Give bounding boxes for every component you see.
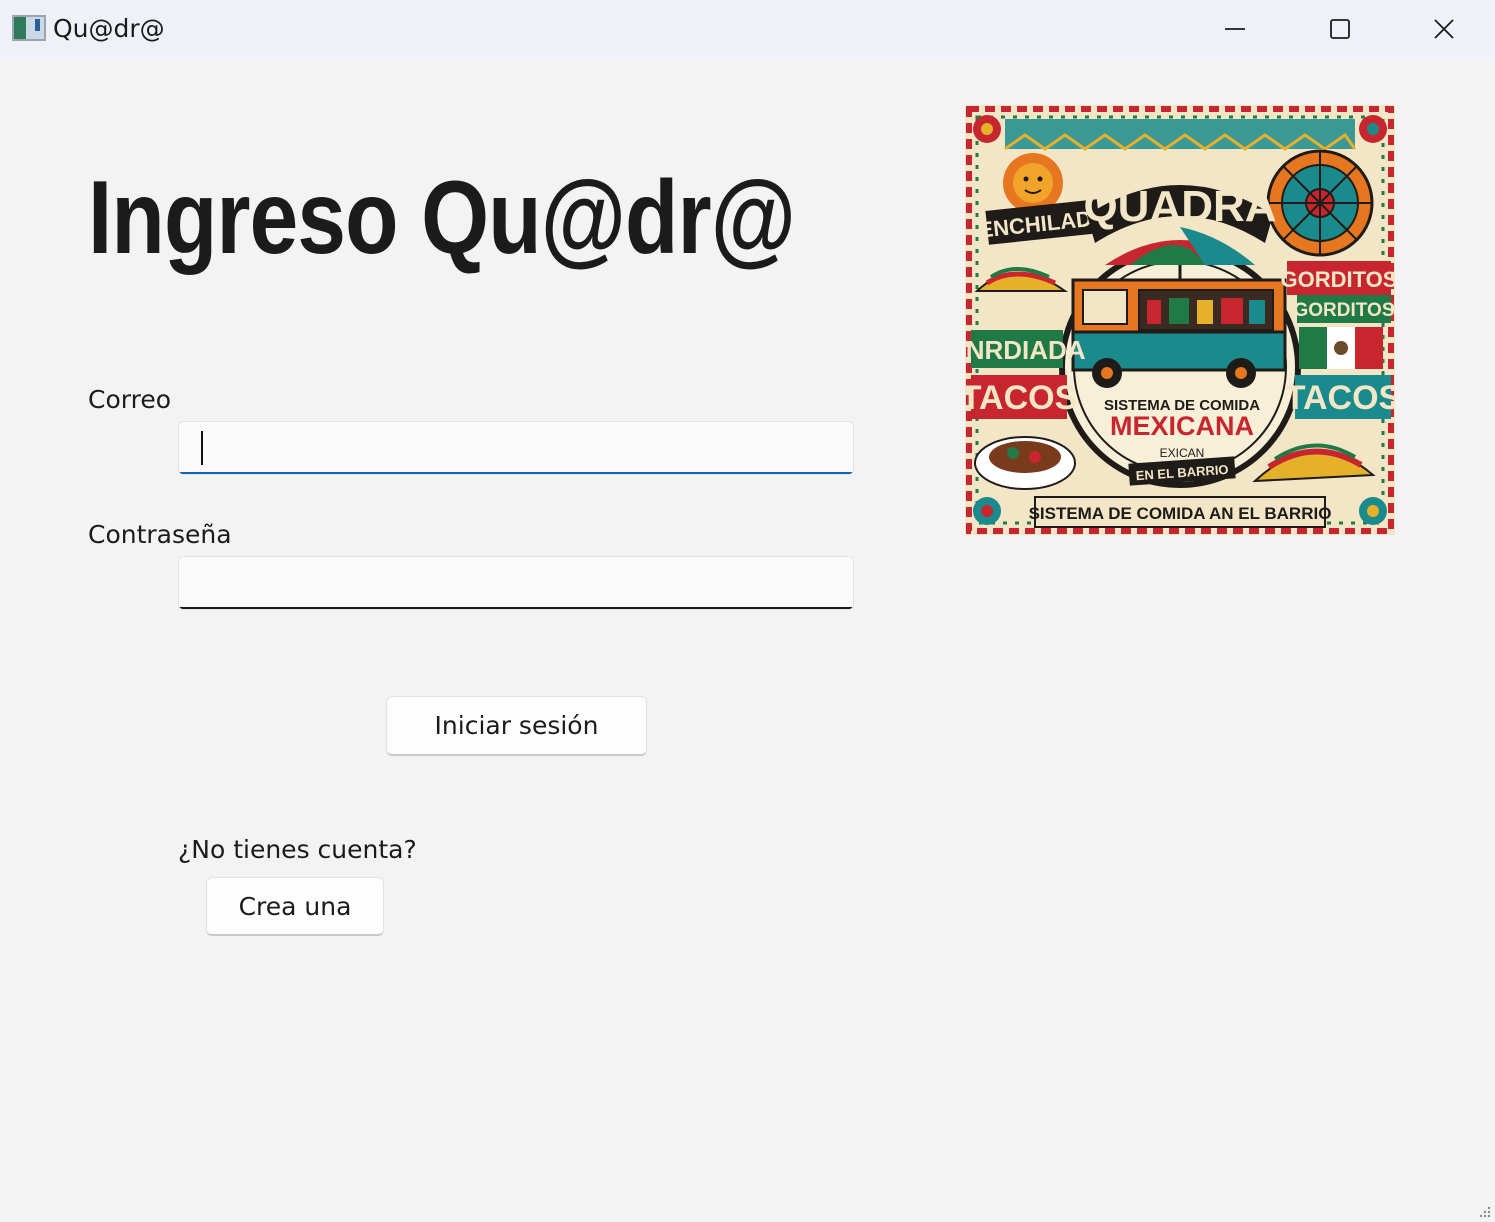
poster-image: ENCHILADA QUADRA NRDIADA TACOS GORDITOS … [965, 105, 1395, 535]
app-icon [12, 15, 46, 41]
field-underline [179, 607, 853, 609]
page-title: Ingreso Qu@dr@ [88, 160, 796, 276]
poster-text: ENRDIADA [965, 335, 1086, 365]
field-underline [179, 472, 853, 474]
close-button[interactable] [1392, 0, 1495, 58]
resize-grip-icon[interactable] [1477, 1204, 1491, 1218]
maximize-button[interactable] [1288, 0, 1392, 58]
poster-text: TACOS [1285, 379, 1395, 417]
create-account-button[interactable]: Crea una [206, 877, 384, 936]
email-input[interactable] [199, 428, 843, 468]
poster-text: TACOS [965, 379, 1077, 417]
maximize-icon [1330, 19, 1350, 39]
title-bar[interactable]: Qu@dr@ [0, 0, 1495, 58]
close-icon [1434, 19, 1454, 39]
mexico-flag-icon [1299, 327, 1383, 369]
wheel-icon [1266, 149, 1374, 257]
app-window: Qu@dr@ Ingreso Qu@dr@ Correo Contraseña [0, 0, 1495, 1222]
password-input[interactable] [199, 563, 843, 603]
window-title: Qu@dr@ [53, 14, 165, 43]
email-field[interactable] [178, 421, 854, 475]
email-label: Correo [88, 385, 171, 414]
poster-text: EXICAN [1160, 446, 1205, 460]
text-caret [201, 431, 203, 465]
poster-brand: QUADRA [1083, 182, 1276, 231]
poster-artwork: ENCHILADA QUADRA NRDIADA TACOS GORDITOS … [965, 105, 1395, 535]
poster-text: GORDITOS [1281, 267, 1395, 292]
minimize-icon [1225, 28, 1245, 30]
password-label: Contraseña [88, 520, 232, 549]
poster-text: SISTEMA DE COMIDA AN EL BARRIO [1029, 504, 1332, 523]
signup-prompt: ¿No tienes cuenta? [178, 835, 417, 864]
poster-text: GORDITOS [1294, 300, 1395, 321]
poster-text: MEXICANA [1110, 411, 1254, 441]
food-plate-icon [974, 436, 1076, 490]
password-field[interactable] [178, 556, 854, 610]
login-button[interactable]: Iniciar sesión [386, 696, 647, 756]
minimize-button[interactable] [1183, 0, 1287, 58]
